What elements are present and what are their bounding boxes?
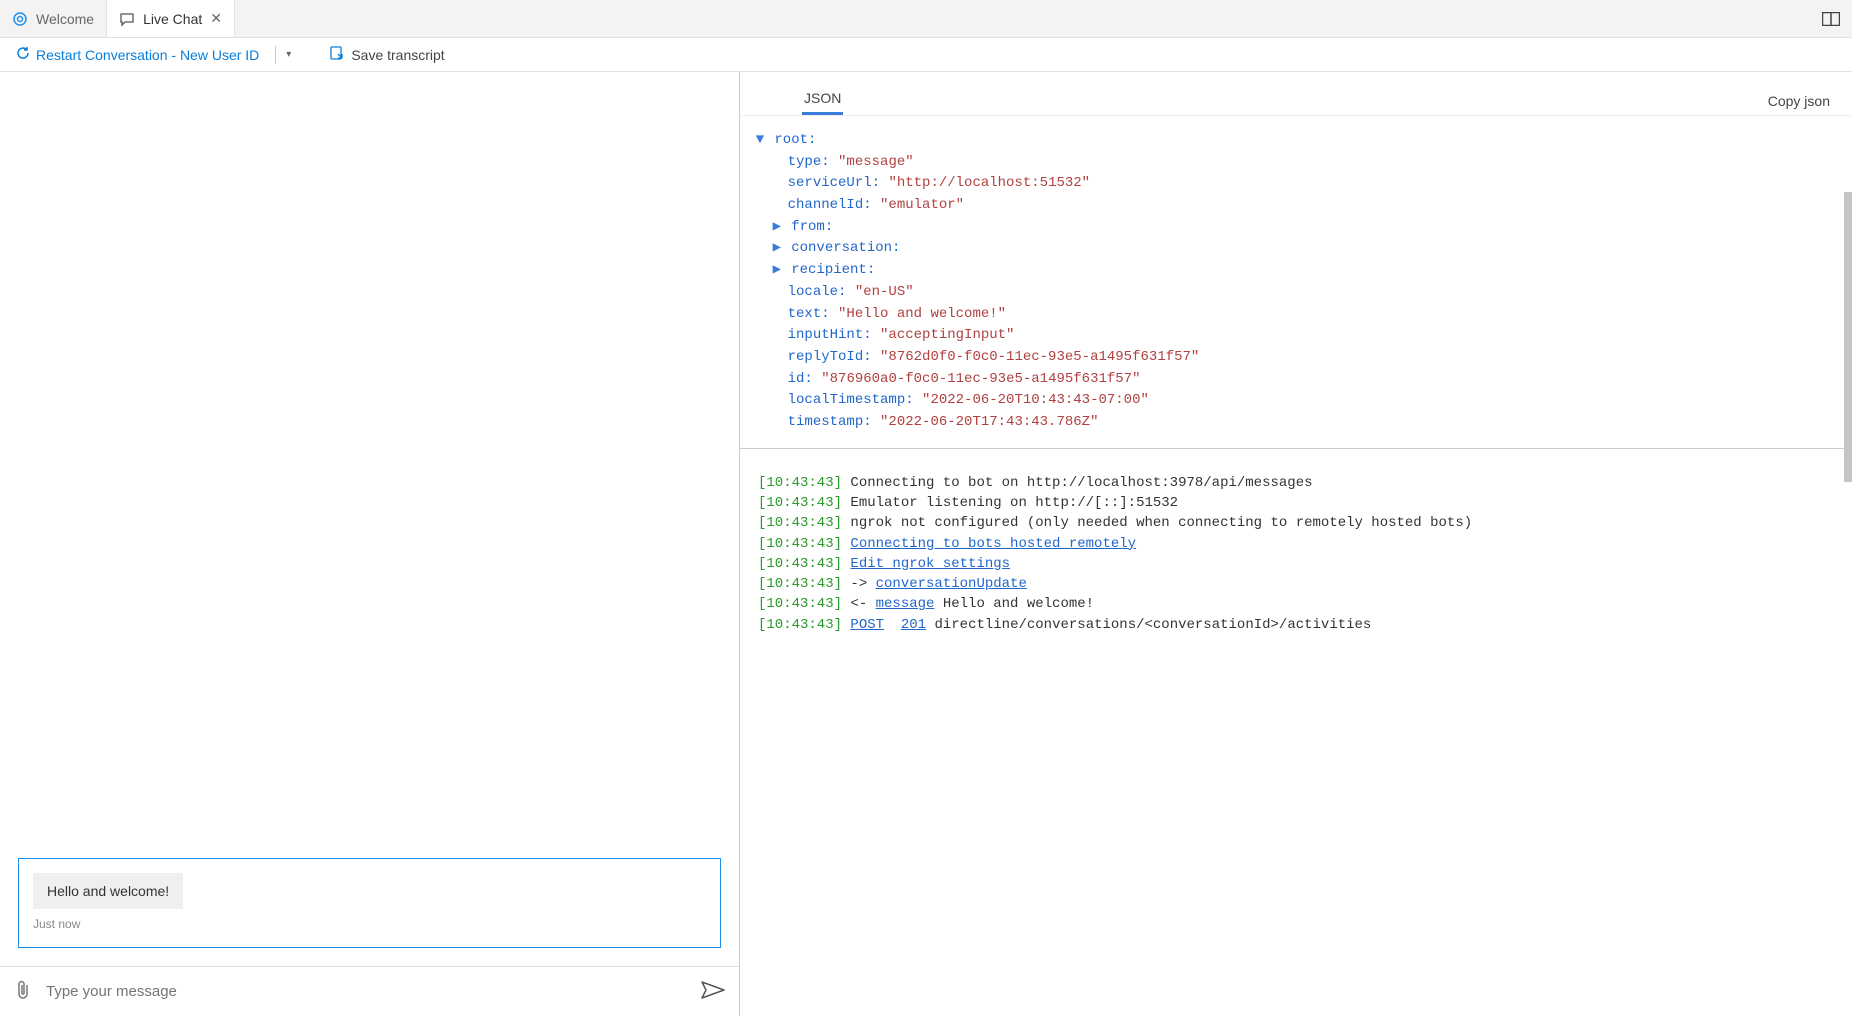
log-link[interactable]: Connecting to bots hosted remotely [850, 536, 1136, 552]
json-value: "Hello and welcome!" [838, 306, 1006, 322]
log-text: Hello and welcome! [934, 596, 1094, 612]
json-value: "2022-06-20T17:43:43.786Z" [880, 414, 1098, 430]
save-icon [329, 45, 345, 64]
log-text: Emulator listening on http://[::]:51532 [842, 495, 1178, 511]
json-key: replyToId: [788, 349, 872, 365]
chat-transcript: Hello and welcome! Just now [0, 72, 739, 966]
json-key: serviceUrl: [788, 175, 880, 191]
send-icon[interactable] [701, 981, 725, 1002]
json-tab[interactable]: JSON [802, 84, 843, 115]
refresh-icon [16, 46, 30, 63]
json-value: "2022-06-20T10:43:43-07:00" [922, 392, 1149, 408]
json-tree[interactable]: ▼ root: type: "message" serviceUrl: "htt… [740, 116, 1852, 449]
close-icon[interactable]: ✕ [210, 10, 222, 27]
json-key: id: [788, 371, 813, 387]
expand-icon[interactable]: ▶ [771, 217, 783, 239]
log-link[interactable]: conversationUpdate [876, 576, 1027, 592]
bot-message-text: Hello and welcome! [47, 883, 169, 899]
save-label: Save transcript [351, 47, 444, 63]
log-timestamp: [10:43:43] [758, 617, 842, 633]
json-key: conversation: [791, 240, 900, 256]
json-value: "876960a0-f0c0-11ec-93e5-a1495f631f57" [821, 371, 1140, 387]
bot-message-bubble[interactable]: Hello and welcome! [33, 873, 183, 909]
attachment-icon[interactable] [14, 979, 32, 1004]
restart-label: Restart Conversation - New User ID [36, 47, 259, 63]
json-key: text: [788, 306, 830, 322]
split-panel-icon[interactable] [1810, 0, 1852, 37]
tab-welcome-label: Welcome [36, 11, 94, 27]
log-text: <- [842, 596, 876, 612]
message-timestamp: Just now [33, 917, 706, 931]
tab-welcome[interactable]: Welcome [0, 0, 107, 37]
json-key: recipient: [791, 262, 875, 278]
json-value: "http://localhost:51532" [888, 175, 1090, 191]
restart-conversation-button[interactable]: Restart Conversation - New User ID [10, 46, 265, 63]
copy-json-button[interactable]: Copy json [1768, 93, 1830, 115]
log-link-status[interactable]: 201 [901, 617, 926, 633]
log-text: -> [842, 576, 876, 592]
main-split: Hello and welcome! Just now JSON Copy js… [0, 72, 1852, 1016]
log-timestamp: [10:43:43] [758, 556, 842, 572]
expand-icon[interactable]: ▶ [771, 260, 783, 282]
log-timestamp: [10:43:43] [758, 536, 842, 552]
welcome-icon [12, 11, 28, 27]
json-key: type: [788, 154, 830, 170]
log-timestamp: [10:43:43] [758, 475, 842, 491]
tab-livechat-label: Live Chat [143, 11, 202, 27]
collapse-icon[interactable]: ▼ [754, 130, 766, 152]
chevron-down-icon[interactable]: ▾ [286, 49, 291, 60]
expand-icon[interactable]: ▶ [771, 238, 783, 260]
log-timestamp: [10:43:43] [758, 596, 842, 612]
log-timestamp: [10:43:43] [758, 576, 842, 592]
json-value: "en-US" [855, 284, 914, 300]
log-line: [10:43:43] Edit ngrok settings [758, 554, 1834, 574]
json-key-root: root: [774, 132, 816, 148]
log-link[interactable]: Edit ngrok settings [850, 556, 1010, 572]
log-line: [10:43:43] Connecting to bots hosted rem… [758, 534, 1834, 554]
json-key: locale: [788, 284, 847, 300]
inspector-pane: JSON Copy json ▼ root: type: "message" s… [740, 72, 1852, 1016]
json-value: "8762d0f0-f0c0-11ec-93e5-a1495f631f57" [880, 349, 1199, 365]
log-text: ngrok not configured (only needed when c… [842, 515, 1472, 531]
log-line: [10:43:43] ngrok not configured (only ne… [758, 513, 1834, 533]
json-value: "acceptingInput" [880, 327, 1014, 343]
chat-icon [119, 11, 135, 27]
log-line: [10:43:43] POST 201 directline/conversat… [758, 615, 1834, 635]
json-key: localTimestamp: [788, 392, 914, 408]
tab-bar: Welcome Live Chat ✕ [0, 0, 1852, 38]
message-input-bar [0, 966, 739, 1016]
chat-pane: Hello and welcome! Just now [0, 72, 740, 1016]
json-key: from: [791, 219, 833, 235]
log-link[interactable]: message [876, 596, 935, 612]
scrollbar[interactable] [1844, 192, 1852, 482]
divider [275, 46, 276, 64]
json-key: timestamp: [788, 414, 872, 430]
save-transcript-button[interactable]: Save transcript [323, 45, 450, 64]
json-value: "emulator" [880, 197, 964, 213]
tab-livechat[interactable]: Live Chat ✕ [107, 0, 235, 37]
json-key: channelId: [788, 197, 872, 213]
log-line: [10:43:43] Connecting to bot on http://l… [758, 473, 1834, 493]
log-line: [10:43:43] -> conversationUpdate [758, 574, 1834, 594]
log-line: [10:43:43] <- message Hello and welcome! [758, 594, 1834, 614]
log-timestamp: [10:43:43] [758, 495, 842, 511]
log-timestamp: [10:43:43] [758, 515, 842, 531]
log-text: directline/conversations/<conversationId… [926, 617, 1371, 633]
log-link-post[interactable]: POST [850, 617, 884, 633]
log-text: Connecting to bot on http://localhost:39… [842, 475, 1312, 491]
selected-activity[interactable]: Hello and welcome! Just now [18, 858, 721, 948]
toolbar: Restart Conversation - New User ID ▾ Sav… [0, 38, 1852, 72]
log-line: [10:43:43] Emulator listening on http://… [758, 493, 1834, 513]
message-input[interactable] [46, 983, 687, 1000]
log-panel[interactable]: [10:43:43] Connecting to bot on http://l… [740, 449, 1852, 1016]
json-header: JSON Copy json [740, 72, 1852, 116]
json-value: "message" [838, 154, 914, 170]
json-key: inputHint: [788, 327, 872, 343]
